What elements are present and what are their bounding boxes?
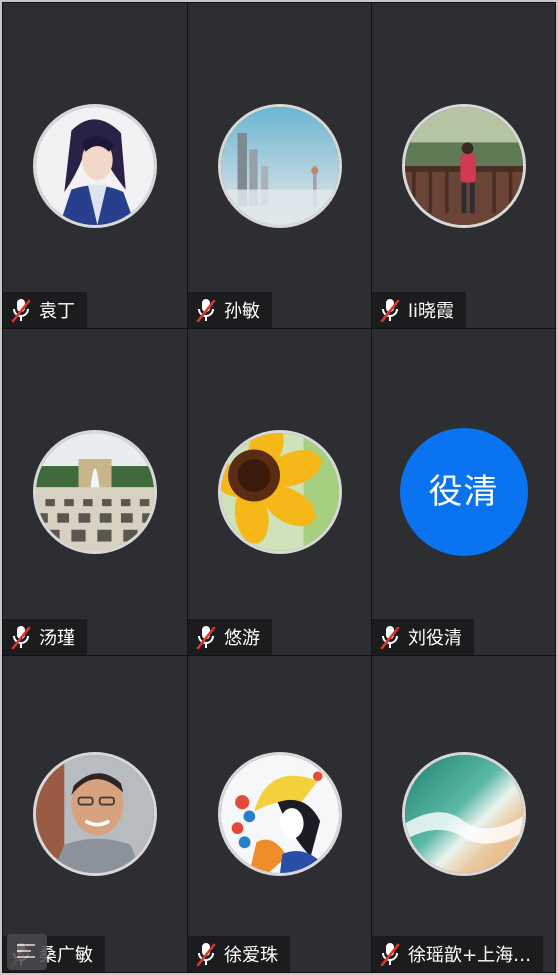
- participant-name: 桑广敏: [39, 945, 93, 966]
- mic-muted-icon: [378, 297, 402, 323]
- participant-name: 悠游: [224, 628, 260, 649]
- name-tag: li晓霞: [372, 292, 467, 328]
- name-tag: 汤瑾: [3, 619, 87, 655]
- participant-name: li晓霞: [408, 301, 455, 322]
- participant-name: 徐瑶歆+上海…: [408, 945, 532, 966]
- anime-warrior-avatar: [33, 103, 157, 228]
- participant-tile[interactable]: 孙敏: [188, 3, 371, 328]
- mic-muted-icon: [194, 297, 218, 323]
- participant-name: 刘役清: [408, 628, 462, 649]
- participant-name: 袁丁: [39, 301, 75, 322]
- participant-name: 孙敏: [224, 301, 260, 322]
- name-tag: 悠游: [188, 619, 272, 655]
- mic-muted-icon: [194, 624, 218, 650]
- mic-muted-icon: [9, 297, 33, 323]
- participant-tile[interactable]: 徐爱珠: [188, 656, 371, 972]
- name-tag: 徐瑶歆+上海…: [372, 936, 544, 972]
- name-tag: 孙敏: [188, 292, 272, 328]
- participant-name: 汤瑾: [39, 628, 75, 649]
- name-tag: 刘役清: [372, 619, 474, 655]
- participant-tile[interactable]: 役清 刘役清: [372, 329, 555, 655]
- participant-name: 徐爱珠: [224, 945, 278, 966]
- participant-tile[interactable]: 徐瑶歆+上海…: [372, 656, 555, 972]
- video-meeting-grid-frame: 袁丁 孙敏 li晓霞 汤瑾 悠游 役清 刘役清 桑广敏 徐爱珠 徐瑶歆+上海…: [2, 2, 556, 973]
- palace-garden-avatar: [33, 430, 157, 554]
- illustration-girl-avatar: [217, 752, 342, 876]
- menu-icon[interactable]: [7, 934, 47, 970]
- sunflower-avatar: [217, 430, 342, 554]
- mic-muted-icon: [194, 941, 218, 967]
- mic-muted-icon: [378, 941, 402, 967]
- mic-muted-icon: [9, 624, 33, 650]
- name-tag: 袁丁: [3, 292, 87, 328]
- participant-tile[interactable]: 袁丁: [3, 3, 187, 328]
- participant-grid: 袁丁 孙敏 li晓霞 汤瑾 悠游 役清 刘役清 桑广敏 徐爱珠 徐瑶歆+上海…: [3, 3, 555, 972]
- participant-tile[interactable]: 悠游: [188, 329, 371, 655]
- man-portrait-avatar: [33, 752, 157, 876]
- participant-tile[interactable]: 汤瑾: [3, 329, 187, 655]
- mic-muted-icon: [378, 624, 402, 650]
- city-skyline-avatar: [217, 103, 342, 228]
- participant-tile[interactable]: 桑广敏: [3, 656, 187, 972]
- beach-waves-avatar: [401, 752, 526, 876]
- participant-tile[interactable]: li晓霞: [372, 3, 555, 328]
- woman-on-bridge-avatar: [401, 103, 526, 228]
- initials-avatar: 役清: [399, 428, 528, 556]
- name-tag: 徐爱珠: [188, 936, 290, 972]
